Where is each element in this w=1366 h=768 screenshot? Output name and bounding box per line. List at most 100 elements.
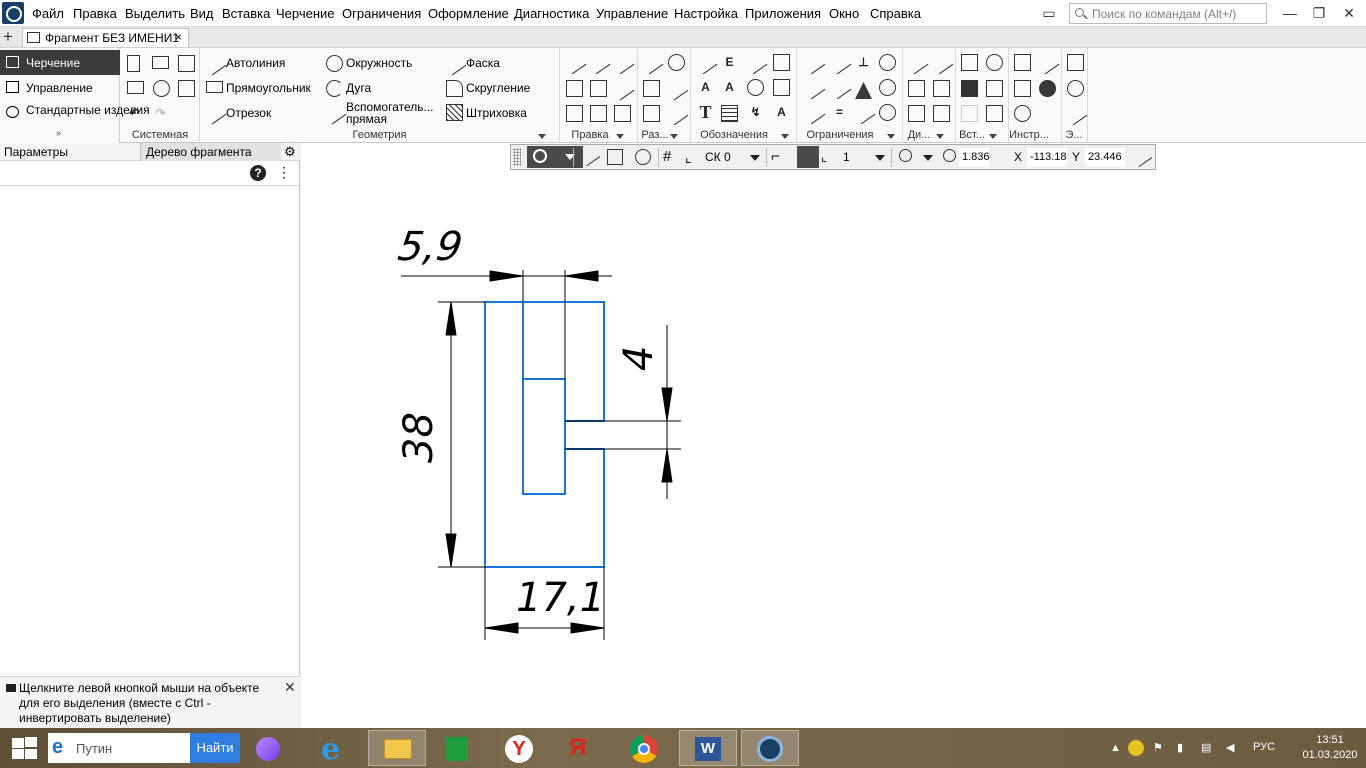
tray-app-icon[interactable]: [1128, 740, 1144, 756]
tolerance-icon[interactable]: A: [773, 104, 790, 121]
copy-icon[interactable]: [590, 80, 607, 97]
measure-length-icon[interactable]: [908, 80, 925, 97]
taskbar-search-input[interactable]: e Путин: [48, 733, 190, 763]
properties-icon[interactable]: [178, 80, 195, 97]
tool-line-icon[interactable]: [1035, 50, 1060, 75]
kompas-app[interactable]: [741, 730, 799, 766]
zoom-icon[interactable]: [943, 149, 956, 162]
perpendicular-icon[interactable]: ⊥: [855, 54, 872, 71]
start-button[interactable]: [10, 737, 38, 761]
position-icon[interactable]: A: [721, 79, 738, 96]
clock[interactable]: 13:51 01.03.2020: [1300, 733, 1360, 763]
fix-icon[interactable]: [855, 82, 872, 99]
insert-link-icon[interactable]: [961, 105, 978, 122]
menu-edit[interactable]: Правка: [73, 6, 117, 21]
expand-modes-icon[interactable]: »: [56, 128, 61, 138]
panel-layout-icon[interactable]: ▭: [1037, 3, 1061, 23]
linear-dim-icon[interactable]: [639, 50, 664, 75]
menu-settings[interactable]: Настройка: [674, 6, 738, 21]
tool-spline-icon[interactable]: [1014, 105, 1031, 122]
insert-image-icon[interactable]: [961, 80, 978, 97]
y-coordinate-field[interactable]: 23.446: [1085, 148, 1125, 167]
layer-value[interactable]: 1: [843, 150, 850, 164]
document-tab[interactable]: Фрагмент БЕЗ ИМЕНИ1 ×: [22, 28, 189, 47]
menu-diagnostics[interactable]: Диагностика: [514, 6, 589, 21]
cmd-autoline[interactable]: Автолиния: [226, 57, 285, 69]
eyedropper-icon[interactable]: [1129, 144, 1153, 168]
mode-drawing[interactable]: Черчение: [0, 50, 120, 75]
help-icon[interactable]: ?: [250, 165, 266, 181]
undo-icon[interactable]: ↶: [126, 105, 143, 122]
parallel-icon[interactable]: [801, 50, 826, 75]
tool-macro-icon[interactable]: [1014, 54, 1031, 71]
angle-constraint-icon[interactable]: [827, 75, 852, 100]
coordinates-icon[interactable]: [933, 105, 950, 122]
point-on-curve-icon[interactable]: [851, 100, 876, 125]
cmd-aux-line[interactable]: Вспомогатель... прямая: [346, 101, 438, 125]
element-thread-icon[interactable]: [1067, 80, 1084, 97]
language-indicator[interactable]: РУС: [1253, 741, 1275, 753]
insert-object-icon[interactable]: [986, 80, 1003, 97]
group-insert-dropdown-icon[interactable]: [989, 134, 997, 139]
menu-constraints[interactable]: Ограничения: [342, 6, 421, 21]
zoom-dropdown-icon[interactable]: [923, 155, 933, 161]
group-diagnostics-dropdown-icon[interactable]: [936, 134, 944, 139]
zoom-window-icon[interactable]: [899, 149, 912, 162]
ortho-mode-icon[interactable]: [797, 146, 819, 168]
drawing-canvas[interactable]: 5,9 38 4 17,1: [301, 143, 1366, 728]
x-coordinate-field[interactable]: -113.18: [1027, 148, 1067, 167]
step-icon[interactable]: ⌐: [771, 149, 787, 165]
insert-view-icon[interactable]: [986, 54, 1003, 71]
extend-icon[interactable]: [586, 50, 611, 75]
toolbar-grip-icon[interactable]: [513, 148, 521, 166]
insert-fragment-icon[interactable]: [961, 54, 978, 71]
ie-app[interactable]: e: [309, 730, 361, 767]
menu-drawing[interactable]: Черчение: [276, 6, 335, 21]
move-icon[interactable]: [566, 80, 583, 97]
menu-select[interactable]: Выделить: [125, 6, 185, 21]
mass-properties-icon[interactable]: [908, 105, 925, 122]
restore-icon[interactable]: ❐: [1307, 3, 1331, 23]
leader-icon[interactable]: E: [721, 54, 738, 71]
tray-expand-icon[interactable]: ▲: [1110, 742, 1122, 754]
auto-dim-icon[interactable]: [643, 105, 660, 122]
text-leader-icon[interactable]: A: [697, 79, 714, 96]
cmd-fillet[interactable]: Скругление: [466, 82, 530, 94]
cmd-segment[interactable]: Отрезок: [226, 107, 271, 119]
radial-dim-icon[interactable]: [643, 80, 660, 97]
save-icon[interactable]: [178, 55, 195, 72]
volume-icon[interactable]: ◀: [1226, 742, 1238, 754]
action-center-flag-icon[interactable]: ⚑: [1153, 742, 1165, 754]
base-icon[interactable]: [743, 50, 768, 75]
group-dimensions-dropdown-icon[interactable]: [670, 134, 678, 139]
measure-distance-icon[interactable]: [904, 50, 929, 75]
measure-angle-icon[interactable]: [929, 50, 954, 75]
snap-mode-button[interactable]: [527, 146, 583, 168]
scale-icon[interactable]: [590, 105, 607, 122]
explorer-app[interactable]: [368, 730, 426, 766]
array-icon[interactable]: [566, 105, 583, 122]
concentric-icon[interactable]: [879, 79, 896, 96]
menu-help[interactable]: Справка: [870, 6, 921, 21]
delete-icon[interactable]: [614, 105, 631, 122]
new-document-icon[interactable]: [127, 55, 140, 72]
group-edit-dropdown-icon[interactable]: [616, 134, 624, 139]
yandex-app[interactable]: Я: [553, 730, 605, 766]
cs-dropdown-icon[interactable]: [750, 155, 760, 161]
search-go-button[interactable]: Найти: [190, 733, 240, 763]
cmd-circle[interactable]: Окружность: [346, 57, 412, 69]
menu-applications[interactable]: Приложения: [745, 6, 821, 21]
cmd-rectangle[interactable]: Прямоугольник: [226, 82, 311, 94]
network-icon[interactable]: ▤: [1201, 742, 1213, 754]
break-icon[interactable]: [610, 50, 635, 75]
layer-dropdown-icon[interactable]: [875, 155, 885, 161]
cmd-arc[interactable]: Дуга: [346, 82, 371, 94]
center-mark-icon[interactable]: [747, 79, 764, 96]
equal-radius-icon[interactable]: [879, 104, 896, 121]
menu-window[interactable]: Окно: [829, 6, 859, 21]
tab-fragment-tree[interactable]: Дерево фрагмента: [140, 143, 281, 161]
symmetric-icon[interactable]: [801, 100, 826, 125]
insert-spec-icon[interactable]: [986, 105, 1003, 122]
element-weld-icon[interactable]: [1063, 101, 1088, 126]
equal-icon[interactable]: =: [831, 104, 848, 121]
